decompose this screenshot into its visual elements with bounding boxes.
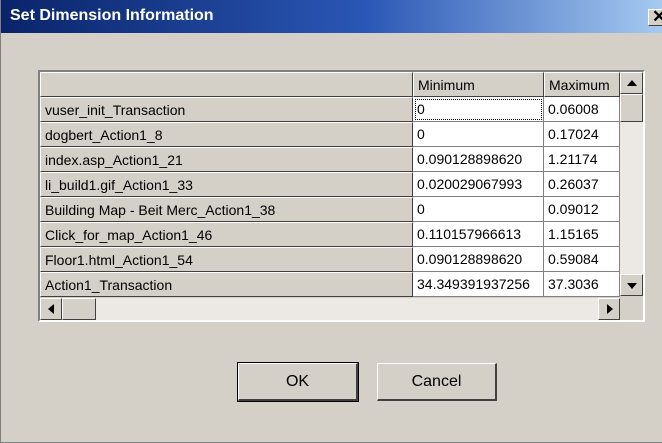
horizontal-scrollbar[interactable] [40, 298, 620, 320]
close-icon: ✕ [652, 7, 662, 26]
close-button[interactable]: ✕ [648, 7, 662, 26]
minimum-cell[interactable]: 0.090128898620 [413, 147, 544, 172]
scrollbar-corner [620, 296, 643, 320]
row-header[interactable]: Building Map - Beit Merc_Action1_38 [40, 197, 413, 222]
ok-button[interactable]: OK [237, 362, 359, 402]
set-dimension-dialog: Set Dimension Information ✕ Minimum Maxi… [0, 0, 662, 443]
triangle-right-icon [607, 304, 613, 314]
horizontal-scroll-thumb[interactable] [62, 298, 96, 320]
minimum-cell[interactable]: 0 [413, 97, 544, 122]
triangle-down-icon [627, 283, 637, 289]
minimum-cell[interactable]: 34.349391937256 [413, 272, 544, 297]
grid-body: Minimum Maximum vuser_init_Transaction 0… [40, 72, 643, 320]
title-bar[interactable]: Set Dimension Information ✕ [1, 0, 662, 33]
triangle-left-icon [48, 304, 54, 314]
column-header-minimum[interactable]: Minimum [413, 72, 544, 97]
row-header[interactable]: index.asp_Action1_21 [40, 147, 413, 172]
minimum-cell[interactable]: 0 [413, 122, 544, 147]
maximum-cell[interactable]: 0.59084 [544, 247, 620, 272]
scroll-up-button[interactable] [620, 72, 643, 94]
dimension-grid: Minimum Maximum vuser_init_Transaction 0… [38, 70, 645, 322]
minimum-cell[interactable]: 0.110157966613 [413, 222, 544, 247]
row-header[interactable]: vuser_init_Transaction [40, 97, 413, 122]
vertical-scrollbar[interactable] [620, 72, 643, 296]
vertical-scroll-thumb[interactable] [620, 94, 643, 122]
header-corner [40, 72, 413, 97]
scroll-right-button[interactable] [598, 298, 620, 320]
maximum-cell[interactable]: 1.21174 [544, 147, 620, 172]
maximum-cell[interactable]: 0.17024 [544, 122, 620, 147]
minimum-cell[interactable]: 0.020029067993 [413, 172, 544, 197]
minimum-cell[interactable]: 0.090128898620 [413, 247, 544, 272]
row-header[interactable]: li_build1.gif_Action1_33 [40, 172, 413, 197]
cancel-button[interactable]: Cancel [377, 363, 497, 401]
column-header-maximum[interactable]: Maximum [544, 72, 620, 97]
maximum-cell[interactable]: 0.26037 [544, 172, 620, 197]
row-header[interactable]: Action1_Transaction [40, 272, 413, 297]
maximum-cell[interactable]: 0.09012 [544, 197, 620, 222]
row-header[interactable]: Click_for_map_Action1_46 [40, 222, 413, 247]
triangle-up-icon [627, 80, 637, 86]
row-header[interactable]: dogbert_Action1_8 [40, 122, 413, 147]
row-header[interactable]: Floor1.html_Action1_54 [40, 247, 413, 272]
scroll-down-button[interactable] [620, 274, 643, 296]
minimum-cell[interactable]: 0 [413, 197, 544, 222]
dialog-title: Set Dimension Information [10, 7, 214, 24]
maximum-cell[interactable]: 1.15165 [544, 222, 620, 247]
maximum-cell[interactable]: 0.06008 [544, 97, 620, 122]
scroll-left-button[interactable] [40, 298, 62, 320]
maximum-cell[interactable]: 37.3036 [544, 272, 620, 297]
